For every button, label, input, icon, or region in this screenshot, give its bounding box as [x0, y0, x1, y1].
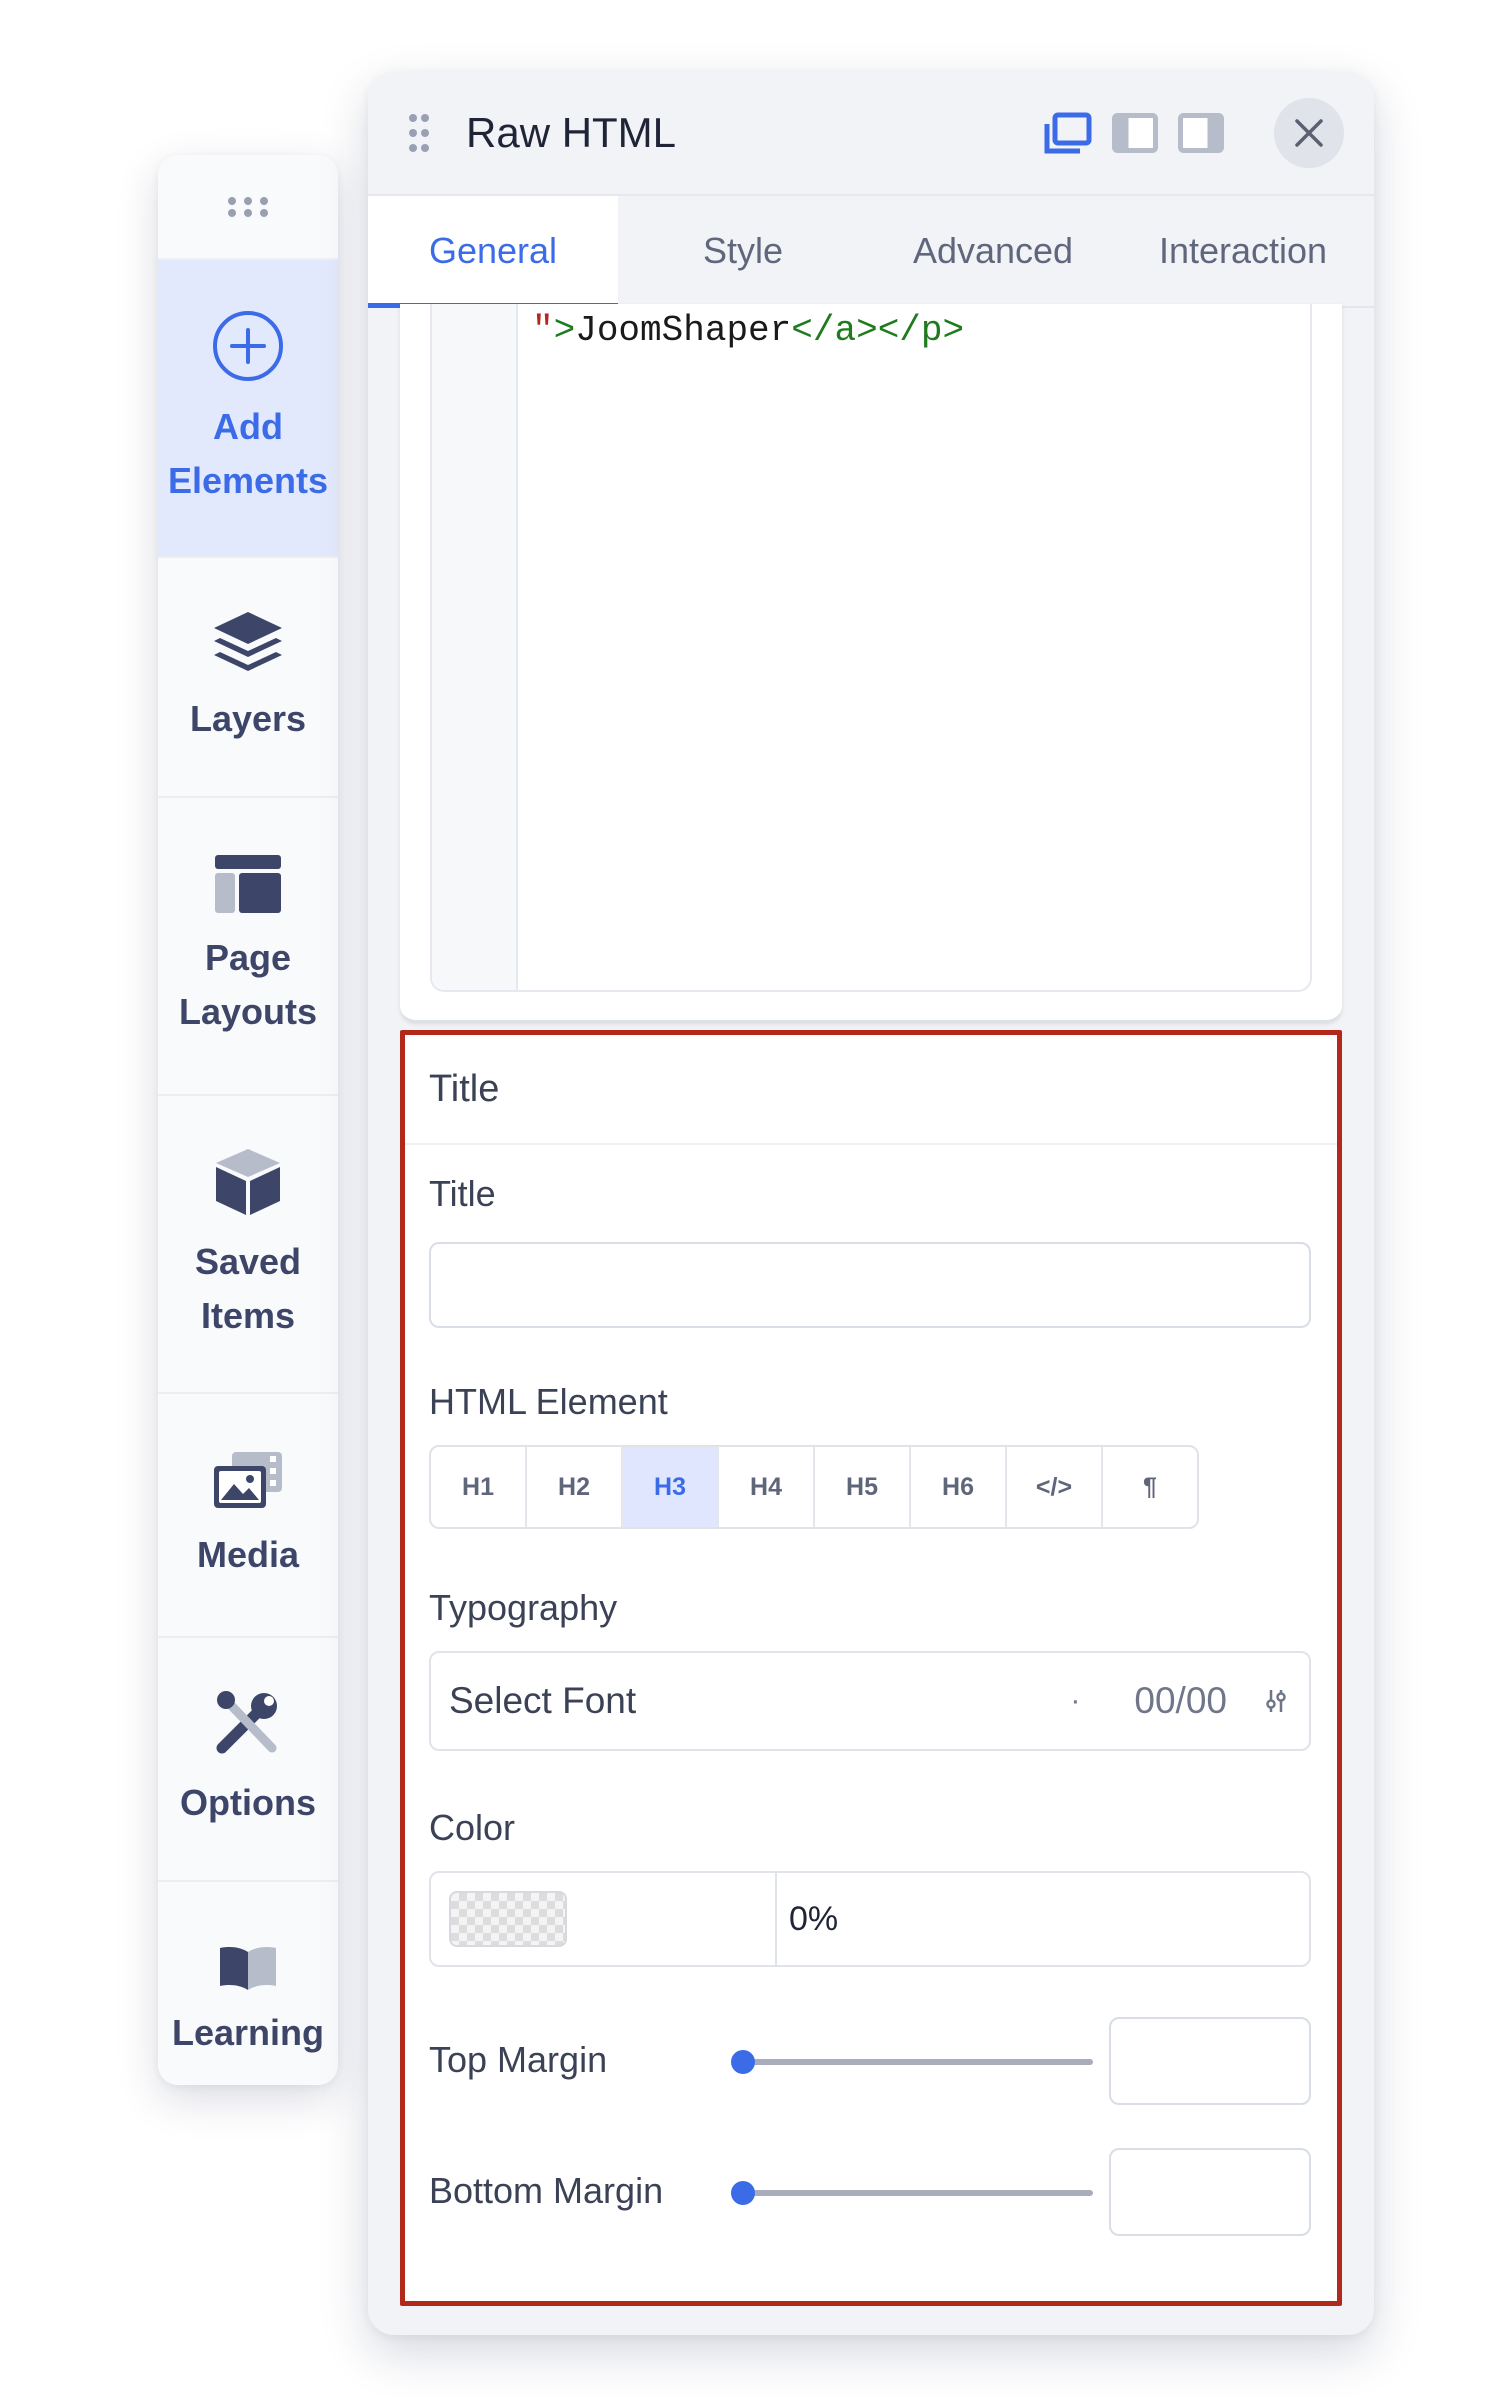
- bottom-margin-slider-thumb[interactable]: [731, 2181, 755, 2205]
- font-size-readout: 00/00: [1134, 1680, 1227, 1721]
- html-element-h5[interactable]: H5: [815, 1447, 911, 1527]
- book-icon: [218, 1944, 278, 1990]
- typography-selector[interactable]: Select Font · 00/00: [429, 1651, 1311, 1751]
- bottom-margin-row: Bottom Margin: [429, 2148, 1311, 2238]
- section-heading[interactable]: Title: [405, 1035, 1337, 1145]
- sidebar-item-label: Media: [196, 1534, 300, 1575]
- html-element-h6[interactable]: H6: [911, 1447, 1007, 1527]
- cube-icon: [212, 1145, 284, 1219]
- top-margin-row: Top Margin: [429, 2017, 1311, 2107]
- sidebar-drag-handle[interactable]: [158, 155, 338, 260]
- top-margin-input[interactable]: [1109, 2017, 1311, 2105]
- line-number-gutter: [432, 304, 518, 990]
- panel-header-controls: [1044, 72, 1344, 194]
- code-editor-card: ">JoomShaper</a></p>: [400, 304, 1342, 1022]
- raw-html-settings-panel: Raw HTML General Style Advanced Interact…: [368, 72, 1374, 2335]
- sidebar-item-label: Saved Items: [194, 1241, 302, 1336]
- html-element-div[interactable]: </>: [1007, 1447, 1103, 1527]
- top-margin-slider-track[interactable]: [741, 2059, 1093, 2065]
- adjustments-icon[interactable]: [1265, 1688, 1287, 1714]
- top-margin-label: Top Margin: [429, 2039, 608, 2080]
- plus-circle-icon: [210, 308, 286, 384]
- sidebar-item-saved-items[interactable]: Saved Items: [158, 1096, 338, 1394]
- drag-grip-icon[interactable]: [408, 113, 430, 153]
- color-swatch-transparent[interactable]: [449, 1891, 567, 1947]
- code-token-close-a: </a>: [791, 310, 878, 351]
- code-token-text: JoomShaper: [575, 310, 792, 351]
- code-token-gt: >: [553, 310, 576, 351]
- panel-header[interactable]: Raw HTML: [368, 72, 1374, 194]
- image-icon: [210, 1448, 286, 1512]
- panel-content: ">JoomShaper</a></p> Title Title HTML El…: [368, 304, 1374, 2335]
- title-field-label: Title: [429, 1173, 496, 1214]
- color-picker: 0%: [429, 1871, 1311, 1967]
- bottom-margin-label: Bottom Margin: [429, 2170, 664, 2211]
- dock-left-icon[interactable]: [1112, 113, 1158, 153]
- tools-icon: [212, 1688, 284, 1760]
- code-line: ">JoomShaper</a></p>: [532, 310, 964, 351]
- dock-right-icon[interactable]: [1178, 113, 1224, 153]
- html-element-h3[interactable]: H3: [623, 1447, 719, 1527]
- sidebar-item-add-elements[interactable]: Add Elements: [158, 260, 338, 558]
- bottom-margin-slider-track[interactable]: [741, 2190, 1093, 2196]
- floating-window-icon[interactable]: [1044, 112, 1092, 154]
- html-element-h2[interactable]: H2: [527, 1447, 623, 1527]
- typography-label: Typography: [429, 1587, 618, 1628]
- sidebar-item-label: Layers: [189, 698, 307, 739]
- color-label: Color: [429, 1807, 516, 1848]
- sidebar-item-layers[interactable]: Layers: [158, 558, 338, 798]
- title-input[interactable]: [429, 1242, 1311, 1328]
- builder-sidebar: Add Elements Layers Page Layouts Saved I…: [158, 155, 338, 2085]
- html-element-label: HTML Element: [429, 1381, 668, 1422]
- sidebar-item-label: Options: [180, 1782, 316, 1823]
- color-alpha-value[interactable]: 0%: [777, 1873, 838, 1965]
- typography-separator: ·: [1070, 1684, 1081, 1717]
- tab-style[interactable]: Style: [618, 196, 868, 306]
- code-token-quote: ": [532, 310, 554, 351]
- bottom-margin-input[interactable]: [1109, 2148, 1311, 2236]
- top-margin-slider-thumb[interactable]: [731, 2050, 755, 2074]
- color-swatch-area[interactable]: [431, 1873, 777, 1965]
- sidebar-item-label: Page Layouts: [178, 937, 318, 1032]
- sidebar-item-options[interactable]: Options: [158, 1638, 338, 1882]
- close-icon: [1295, 119, 1323, 147]
- sidebar-item-learning[interactable]: Learning: [158, 1882, 338, 2085]
- html-element-h4[interactable]: H4: [719, 1447, 815, 1527]
- html-element-selector: H1 H2 H3 H4 H5 H6 </> ¶: [429, 1445, 1199, 1529]
- font-select-placeholder: Select Font: [449, 1680, 637, 1721]
- panel-tabs: General Style Advanced Interaction: [368, 194, 1374, 308]
- panel-title: Raw HTML: [466, 109, 677, 156]
- layout-icon: [213, 853, 283, 915]
- tab-general[interactable]: General: [368, 196, 618, 308]
- sidebar-item-label: Add Elements: [167, 406, 329, 501]
- code-token-close-p: </p>: [877, 310, 965, 351]
- sidebar-item-label: Learning: [171, 2012, 324, 2053]
- sidebar-item-media[interactable]: Media: [158, 1394, 338, 1638]
- close-button[interactable]: [1274, 98, 1344, 168]
- html-element-h1[interactable]: H1: [431, 1447, 527, 1527]
- tab-interaction[interactable]: Interaction: [1118, 196, 1368, 306]
- tab-advanced[interactable]: Advanced: [868, 196, 1118, 306]
- title-settings-section: Title Title HTML Element H1 H2 H3 H4 H5 …: [400, 1030, 1342, 2306]
- code-editor[interactable]: ">JoomShaper</a></p>: [430, 304, 1312, 992]
- html-element-paragraph[interactable]: ¶: [1103, 1447, 1197, 1527]
- layers-icon: [210, 608, 286, 676]
- sidebar-item-page-layouts[interactable]: Page Layouts: [158, 798, 338, 1096]
- drag-dots-icon: [228, 196, 268, 217]
